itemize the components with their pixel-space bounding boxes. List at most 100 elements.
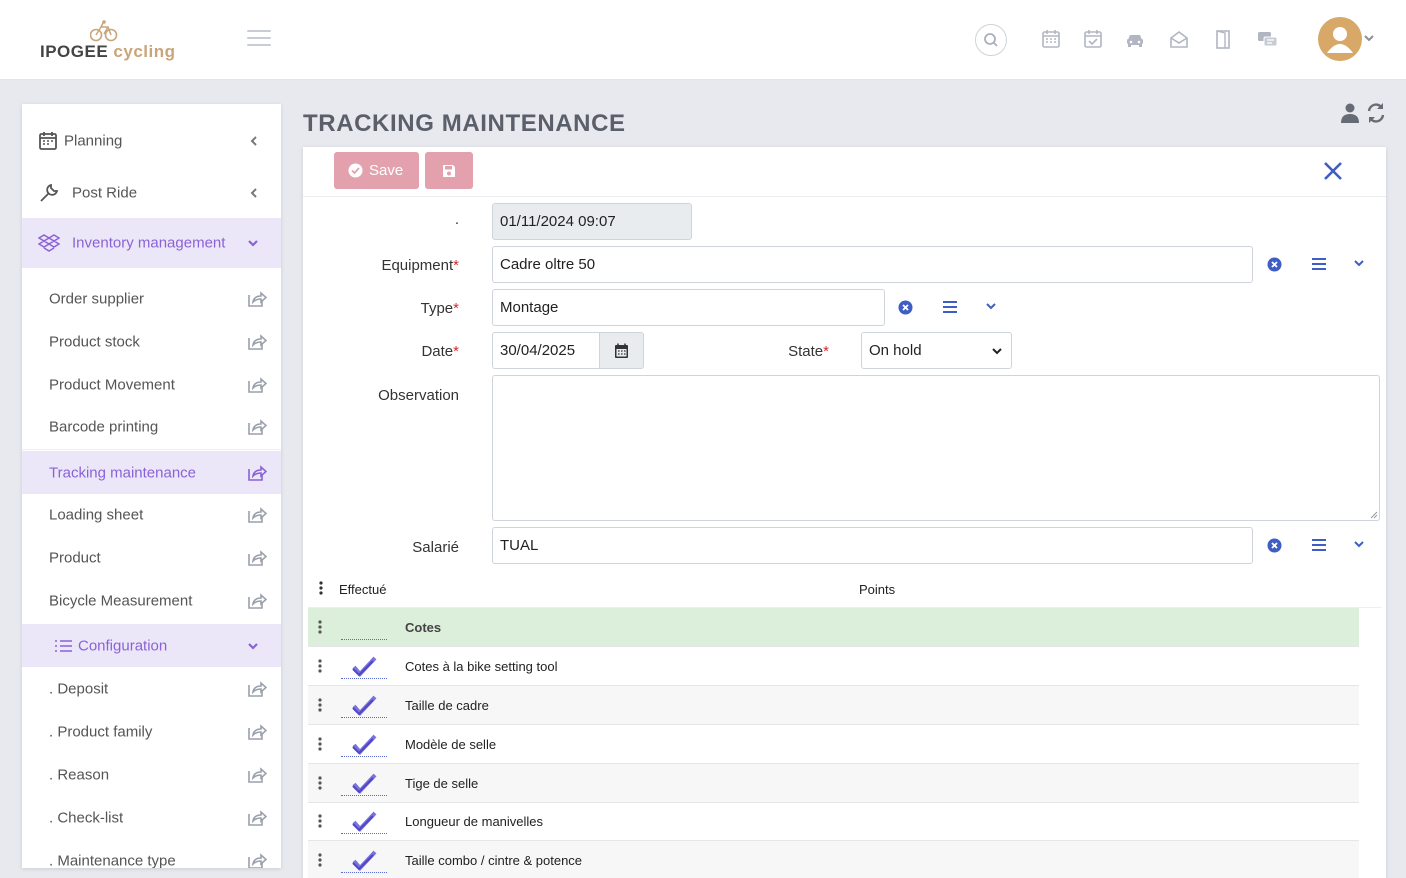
- chat-icon[interactable]: [1256, 28, 1278, 50]
- done-checkbox[interactable]: [341, 616, 387, 640]
- vertical-dots-icon[interactable]: [318, 814, 322, 828]
- sidebar: Planning Post Ride Inventory management …: [22, 104, 281, 868]
- sidebar-item-label: Configuration: [78, 637, 168, 654]
- resize-handle-icon[interactable]: [1370, 511, 1378, 519]
- brand-logo[interactable]: IPOGEE cycling: [40, 20, 180, 70]
- sidebar-subitem-label: Loading sheet: [49, 506, 144, 523]
- sidebar-subitem-order-supplier[interactable]: Order supplier: [22, 277, 281, 320]
- done-checkbox[interactable]: [341, 772, 387, 796]
- table-group-row[interactable]: Cotes: [308, 608, 1359, 647]
- point-label: Cotes: [405, 620, 442, 635]
- done-checkbox[interactable]: [341, 694, 387, 718]
- form-toolbar: Save: [303, 147, 1386, 197]
- sidebar-item-inventory-management[interactable]: Inventory management: [22, 218, 281, 268]
- vertical-dots-icon[interactable]: [318, 737, 322, 751]
- list-menu-icon[interactable]: [942, 300, 958, 314]
- done-checkbox[interactable]: [341, 849, 387, 873]
- external-share-icon: [248, 418, 267, 435]
- calendar-grid-icon[interactable]: [1040, 28, 1062, 50]
- sidebar-subitem-label: . Product family: [49, 723, 153, 740]
- chevron-down-icon[interactable]: [1363, 33, 1375, 43]
- type-field[interactable]: Montage: [492, 289, 885, 326]
- brand-name: IPOGEE: [40, 42, 109, 61]
- sidebar-subitem-check-list[interactable]: . Check-list: [22, 796, 281, 839]
- date-field[interactable]: 30/04/2025: [492, 332, 600, 369]
- save-button[interactable]: Save: [334, 152, 419, 189]
- sidebar-item-post-ride[interactable]: Post Ride: [22, 168, 281, 218]
- chevron-down-icon[interactable]: [1353, 539, 1365, 549]
- bicycle-logo-icon: [90, 20, 118, 42]
- user-icon[interactable]: [1340, 102, 1360, 124]
- clear-circle-icon[interactable]: [898, 300, 913, 315]
- search-icon: [984, 33, 998, 47]
- double-check-icon: [352, 695, 377, 716]
- calendar-check-icon[interactable]: [1082, 28, 1104, 50]
- hamburger-menu-icon[interactable]: [247, 30, 271, 48]
- car-icon[interactable]: [1124, 28, 1146, 50]
- chevron-left-icon: [250, 188, 257, 198]
- table-row[interactable]: Tige de selle: [308, 764, 1359, 803]
- state-select-value: On hold: [869, 342, 922, 359]
- vertical-dots-icon[interactable]: [318, 776, 322, 790]
- observation-textarea[interactable]: [492, 375, 1380, 521]
- top-bar: IPOGEE cycling: [0, 0, 1406, 80]
- save-disk-button[interactable]: [425, 152, 473, 189]
- chevron-down-icon: [248, 240, 258, 247]
- sidebar-subitem-label: . Maintenance type: [49, 852, 176, 868]
- sidebar-item-label: Planning: [64, 132, 123, 150]
- user-avatar[interactable]: [1318, 17, 1362, 61]
- sidebar-subitem-tracking-maintenance[interactable]: Tracking maintenance: [22, 451, 281, 494]
- double-check-icon: [352, 656, 377, 677]
- column-header-effectue[interactable]: Effectué: [339, 582, 386, 597]
- chevron-down-icon[interactable]: [1353, 258, 1365, 268]
- point-label: Taille de cadre: [405, 698, 489, 713]
- done-checkbox[interactable]: [341, 810, 387, 834]
- vertical-dots-icon[interactable]: [319, 581, 323, 595]
- sidebar-item-configuration[interactable]: Configuration: [22, 624, 281, 667]
- refresh-icon[interactable]: [1365, 102, 1387, 124]
- vertical-dots-icon[interactable]: [318, 620, 322, 634]
- sidebar-subitem-product-family[interactable]: . Product family: [22, 710, 281, 753]
- close-icon[interactable]: [1322, 160, 1344, 182]
- sidebar-subitem-label: Barcode printing: [49, 418, 159, 435]
- required-mark: *: [823, 343, 829, 360]
- sidebar-subitem-product-stock[interactable]: Product stock: [22, 320, 281, 363]
- envelope-open-icon[interactable]: [1168, 28, 1190, 50]
- done-checkbox[interactable]: [341, 655, 387, 679]
- salarie-field[interactable]: TUAL: [492, 527, 1253, 564]
- sidebar-subitem-reason[interactable]: . Reason: [22, 753, 281, 796]
- sidebar-subitem-barcode-printing[interactable]: Barcode printing: [22, 405, 281, 448]
- checklist-grid-header: Effectué Points: [308, 571, 1381, 608]
- date-picker-button[interactable]: [600, 332, 644, 369]
- sidebar-subitem-product[interactable]: Product: [22, 536, 281, 579]
- sidebar-subitem-maintenance-type[interactable]: . Maintenance type: [22, 839, 281, 868]
- sidebar-subitem-bicycle-measurement[interactable]: Bicycle Measurement: [22, 579, 281, 622]
- sidebar-subitem-deposit[interactable]: . Deposit: [22, 667, 281, 710]
- external-share-icon: [248, 333, 267, 350]
- vertical-dots-icon[interactable]: [318, 698, 322, 712]
- table-row[interactable]: Modèle de selle: [308, 725, 1359, 764]
- vertical-dots-icon[interactable]: [318, 853, 322, 867]
- sidebar-subitem-loading-sheet[interactable]: Loading sheet: [22, 493, 281, 536]
- search-button[interactable]: [975, 24, 1007, 56]
- table-row[interactable]: Taille de cadre: [308, 686, 1359, 725]
- list-menu-icon[interactable]: [1311, 538, 1327, 552]
- sidebar-subitem-product-movement[interactable]: Product Movement: [22, 363, 281, 406]
- done-checkbox[interactable]: [341, 733, 387, 757]
- clear-circle-icon[interactable]: [1267, 257, 1282, 272]
- table-row[interactable]: Longueur de manivelles: [308, 802, 1359, 841]
- vertical-dots-icon[interactable]: [318, 659, 322, 673]
- list-menu-icon[interactable]: [1311, 257, 1327, 271]
- equipment-field[interactable]: Cadre oltre 50: [492, 246, 1253, 283]
- state-select[interactable]: On hold: [861, 332, 1012, 369]
- required-mark: *: [453, 300, 459, 317]
- door-icon[interactable]: [1212, 28, 1234, 50]
- column-header-points[interactable]: Points: [859, 582, 895, 597]
- table-row[interactable]: Cotes à la bike setting tool: [308, 647, 1359, 686]
- double-check-icon: [352, 850, 377, 871]
- external-share-icon: [248, 376, 267, 393]
- sidebar-item-planning[interactable]: Planning: [22, 116, 281, 166]
- chevron-down-icon[interactable]: [985, 301, 997, 311]
- clear-circle-icon[interactable]: [1267, 538, 1282, 553]
- table-row[interactable]: Taille combo / cintre & potence: [308, 841, 1359, 878]
